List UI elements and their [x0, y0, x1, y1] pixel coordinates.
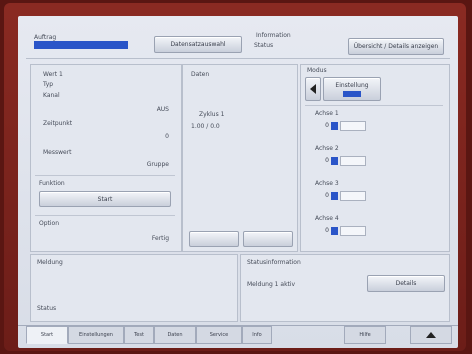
axis-2-input[interactable]	[340, 155, 366, 166]
axis-3-increment[interactable]	[331, 191, 338, 200]
axis-1-label: Achse 1	[315, 110, 339, 117]
axis-3-value: 0	[325, 192, 329, 199]
left-panel: Wert 1 Typ Kanal AUS Zeitpunkt 0 Messwer…	[30, 64, 182, 252]
right-panel: Modus Einstellung Achse 1 0 Achse 2 0 Ac…	[300, 64, 450, 252]
up-arrow-icon	[426, 332, 436, 338]
tab-help[interactable]: Hilfe	[344, 326, 386, 344]
axis-3-label: Achse 3	[315, 180, 339, 187]
row-value-8: Gruppe	[146, 161, 169, 168]
axis-3-spinner[interactable]: 0	[315, 190, 366, 201]
mode-setting-indicator	[343, 90, 361, 97]
left-arrow-button[interactable]	[305, 77, 321, 101]
tab-start[interactable]: Start	[26, 326, 68, 344]
axis-2-increment[interactable]	[331, 156, 338, 165]
left-divider	[35, 175, 175, 176]
axis-2-spinner[interactable]: 0	[315, 155, 366, 166]
bottom-right-panel: Statusinformation Meldung 1 aktiv Detail…	[240, 254, 450, 322]
center-right-button[interactable]	[243, 231, 293, 247]
axis-4-input[interactable]	[340, 225, 366, 236]
center-panel: Daten Zyklus 1 1.00 / 0.0	[182, 64, 298, 252]
tab-test[interactable]: Test	[124, 326, 154, 344]
row-label-7: Messwert	[43, 149, 72, 156]
tab-service[interactable]: Service	[196, 326, 242, 344]
hmi-screen: Auftrag Datensatzauswahl Information Sta…	[18, 16, 458, 348]
mode-setting-button[interactable]: Einstellung	[323, 77, 381, 101]
center-line-1: Zyklus 1	[199, 111, 225, 118]
row-label-2: Typ	[43, 81, 54, 88]
center-line-2: 1.00 / 0.0	[191, 123, 220, 130]
axis-1-increment[interactable]	[331, 121, 338, 130]
axis-4-value: 0	[325, 227, 329, 234]
row-label-1: Wert 1	[43, 71, 63, 78]
order-field[interactable]	[34, 41, 128, 49]
dataset-select-button[interactable]: Datensatzauswahl	[154, 36, 242, 53]
axis-4-label: Achse 4	[315, 215, 339, 222]
axis-2-value: 0	[325, 157, 329, 164]
row-label-5: Zeitpunkt	[43, 120, 73, 127]
status-info-title: Statusinformation	[247, 259, 301, 266]
header-left-label: Auftrag	[34, 34, 57, 41]
status-label: Status	[37, 305, 57, 312]
start-button[interactable]: Start	[39, 191, 171, 207]
function-label: Funktion	[39, 180, 65, 187]
bottom-left-panel: Meldung Status	[30, 254, 238, 322]
mode-setting-label: Einstellung	[335, 81, 369, 89]
axis-3-input[interactable]	[340, 190, 366, 201]
axis-4-increment[interactable]	[331, 226, 338, 235]
message-label: Meldung	[37, 259, 63, 266]
status-info-text: Meldung 1 aktiv	[247, 281, 296, 288]
header-divider	[26, 58, 450, 59]
axis-1-value: 0	[325, 122, 329, 129]
right-divider	[305, 105, 443, 106]
row-value-6: 0	[165, 133, 169, 140]
header-right-value: Status	[254, 42, 274, 49]
axis-1-spinner[interactable]: 0	[315, 120, 366, 131]
status-details-button[interactable]: Details	[367, 275, 445, 292]
option-label: Option	[39, 220, 60, 227]
tab-up-arrow[interactable]	[410, 326, 452, 344]
axis-2-label: Achse 2	[315, 145, 339, 152]
tab-settings[interactable]: Einstellungen	[68, 326, 124, 344]
tab-info[interactable]: Info	[242, 326, 272, 344]
tab-data[interactable]: Daten	[154, 326, 196, 344]
header-right-label: Information	[256, 32, 291, 39]
axis-1-input[interactable]	[340, 120, 366, 131]
row-label-3: Kanal	[43, 92, 60, 99]
option-value: Fertig	[151, 235, 169, 242]
left-arrow-icon	[310, 84, 316, 94]
mode-label: Modus	[307, 67, 327, 74]
center-title: Daten	[191, 71, 210, 78]
axis-4-spinner[interactable]: 0	[315, 225, 366, 236]
overview-details-button[interactable]: Übersicht / Details anzeigen	[348, 38, 444, 55]
center-left-button[interactable]	[189, 231, 239, 247]
left-divider-2	[35, 215, 175, 216]
row-value-4: AUS	[156, 106, 169, 113]
